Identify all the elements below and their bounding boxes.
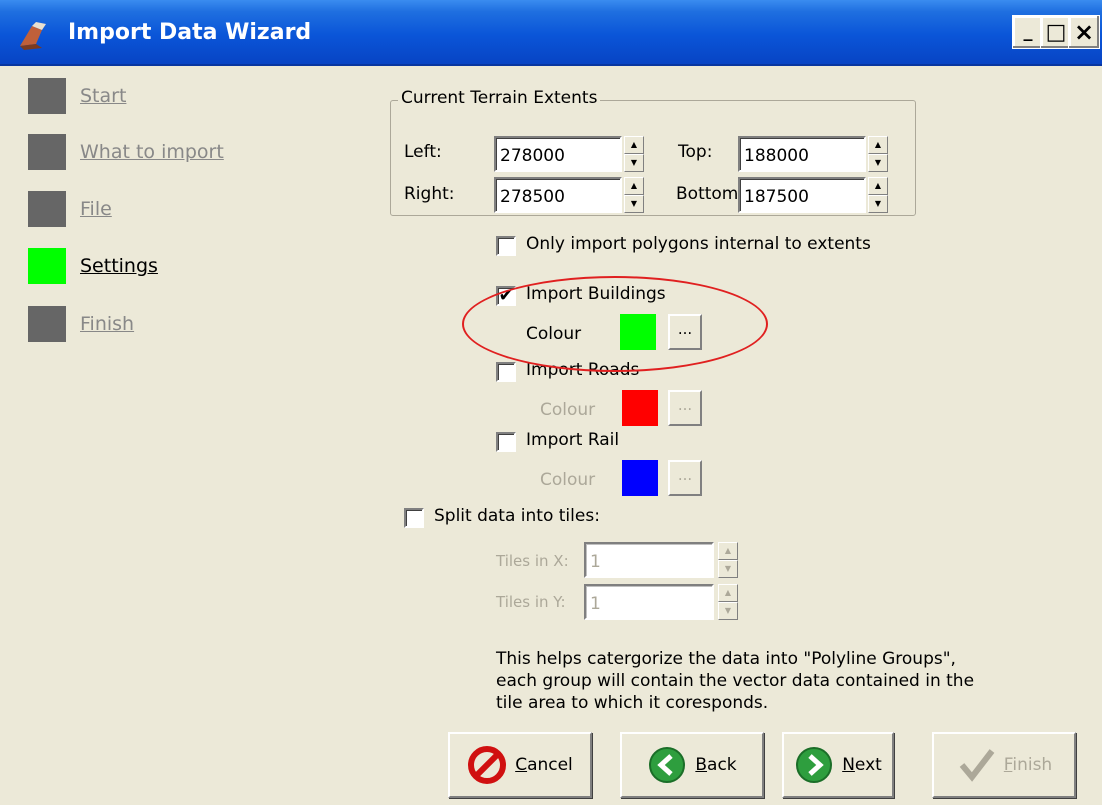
tiles-help-text: This helps catergorize the data into "Po…	[496, 649, 975, 713]
buildings-colour-swatch	[620, 314, 656, 350]
terrain-extents-title: Current Terrain Extents	[398, 88, 601, 108]
import-buildings-label: Import Buildings	[526, 284, 666, 304]
spin-down-icon[interactable]: ▼	[624, 195, 644, 213]
bottom-spinner[interactable]: ▲ ▼	[868, 177, 888, 213]
checkmark-icon: ✔	[498, 285, 514, 306]
rail-colour-swatch	[622, 460, 658, 496]
bottom-input[interactable]: 187500	[738, 177, 866, 213]
spin-down-icon[interactable]: ▼	[718, 560, 738, 578]
spin-up-icon[interactable]: ▲	[624, 136, 644, 154]
back-arrow-icon	[649, 747, 686, 783]
finish-label: Finish	[1003, 755, 1053, 775]
sidebar-item-settings[interactable]: Settings	[28, 246, 158, 286]
sidebar-item-label: Start	[80, 85, 127, 107]
spin-down-icon[interactable]: ▼	[868, 195, 888, 213]
step-marker	[28, 306, 66, 342]
next-label: Next	[842, 755, 882, 775]
checkmark-icon	[959, 749, 995, 782]
import-roads-label: Import Roads	[526, 360, 640, 380]
next-button[interactable]: Next	[782, 732, 894, 798]
step-marker	[28, 134, 66, 170]
import-roads-checkbox[interactable]	[496, 362, 516, 382]
left-input[interactable]: 278000	[494, 136, 622, 172]
back-button[interactable]: Back	[620, 732, 764, 798]
only-internal-checkbox[interactable]	[496, 236, 516, 256]
split-tiles-checkbox[interactable]	[404, 508, 424, 528]
sidebar-item-label: What to import	[80, 141, 224, 163]
spin-up-icon[interactable]: ▲	[868, 177, 888, 195]
bottom-label: Bottom	[676, 184, 738, 204]
top-label: Top:	[678, 142, 713, 162]
window-title: Import Data Wizard	[68, 20, 312, 45]
next-arrow-icon	[796, 747, 833, 783]
sidebar-item-label: Finish	[80, 313, 135, 335]
sidebar-item-label: File	[80, 198, 112, 220]
rail-colour-button[interactable]: ...	[668, 460, 702, 496]
maximize-icon: □	[1045, 19, 1067, 45]
title-bar[interactable]: Import Data Wizard _ □ ×	[0, 0, 1102, 66]
tiles-y-label: Tiles in Y:	[496, 593, 566, 611]
step-marker	[28, 191, 66, 227]
top-spinner[interactable]: ▲ ▼	[868, 136, 888, 172]
import-rail-checkbox[interactable]	[496, 432, 516, 452]
import-buildings-checkbox[interactable]: ✔	[496, 286, 516, 306]
rail-colour-label: Colour	[540, 470, 596, 490]
right-label: Right:	[404, 184, 455, 204]
only-internal-label: Only import polygons internal to extents	[526, 234, 871, 254]
buildings-colour-label: Colour	[526, 324, 582, 344]
step-marker	[28, 78, 66, 114]
sidebar-item-file[interactable]: File	[28, 189, 112, 229]
spin-up-icon[interactable]: ▲	[868, 136, 888, 154]
left-label: Left:	[404, 142, 442, 162]
app-icon	[20, 22, 46, 50]
spin-up-icon[interactable]: ▲	[718, 584, 738, 602]
tiles-x-input[interactable]: 1	[584, 542, 714, 578]
roads-colour-swatch	[622, 390, 658, 426]
tiles-y-input[interactable]: 1	[584, 584, 714, 620]
minimize-icon: _	[1023, 21, 1033, 42]
spin-down-icon[interactable]: ▼	[868, 154, 888, 172]
cancel-icon	[468, 746, 507, 784]
import-rail-label: Import Rail	[526, 430, 620, 450]
roads-colour-label: Colour	[540, 400, 596, 420]
sidebar-item-finish[interactable]: Finish	[28, 304, 134, 344]
buildings-colour-button[interactable]: ...	[668, 314, 702, 350]
roads-colour-button[interactable]: ...	[668, 390, 702, 426]
spin-down-icon[interactable]: ▼	[624, 154, 644, 172]
left-spinner[interactable]: ▲ ▼	[624, 136, 644, 172]
right-spinner[interactable]: ▲ ▼	[624, 177, 644, 213]
right-input[interactable]: 278500	[494, 177, 622, 213]
cancel-button[interactable]: Cancel	[448, 732, 592, 798]
tiles-y-spinner[interactable]: ▲ ▼	[718, 584, 738, 620]
finish-button[interactable]: Finish	[932, 732, 1076, 798]
split-tiles-label: Split data into tiles:	[434, 506, 600, 526]
top-input[interactable]: 188000	[738, 136, 866, 172]
sidebar-item-what-to-import[interactable]: What to import	[28, 132, 224, 172]
sidebar-item-start[interactable]: Start	[28, 76, 126, 116]
close-button[interactable]: ×	[1068, 15, 1100, 49]
close-icon: ×	[1073, 18, 1095, 46]
cancel-label: Cancel	[515, 755, 573, 775]
tiles-x-spinner[interactable]: ▲ ▼	[718, 542, 738, 578]
spin-down-icon[interactable]: ▼	[718, 602, 738, 620]
step-marker	[28, 248, 66, 284]
spin-up-icon[interactable]: ▲	[624, 177, 644, 195]
spin-up-icon[interactable]: ▲	[718, 542, 738, 560]
back-label: Back	[695, 755, 737, 775]
sidebar-item-label: Settings	[80, 255, 158, 277]
tiles-x-label: Tiles in X:	[496, 552, 569, 570]
